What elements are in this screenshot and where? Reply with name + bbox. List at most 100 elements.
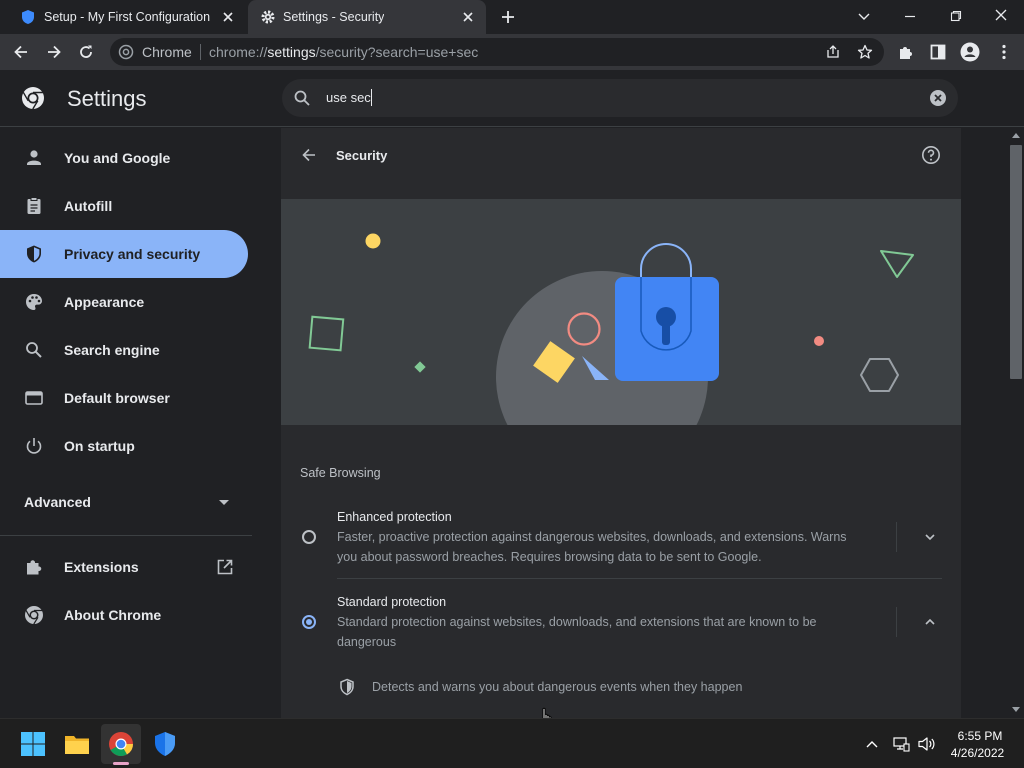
- sidebar-item-label: Appearance: [64, 294, 145, 310]
- open-in-new-icon: [217, 559, 233, 575]
- tab-title: Setup - My First Configuration - N: [44, 10, 214, 24]
- new-tab-icon[interactable]: [500, 9, 516, 25]
- triangle-down-icon: [219, 500, 229, 505]
- reload-icon[interactable]: [77, 43, 95, 61]
- tab-search-chevron-icon[interactable]: [856, 8, 872, 24]
- chrome-taskbar-icon[interactable]: [107, 730, 135, 758]
- clock-date[interactable]: 4/26/2022: [945, 746, 1010, 760]
- file-explorer-icon[interactable]: [63, 730, 91, 758]
- detail-text: Detects and warns you about dangerous ev…: [372, 680, 743, 694]
- tab-title: Settings - Security: [283, 10, 385, 24]
- clock-time[interactable]: 6:55 PM: [950, 729, 1010, 743]
- collapse-chevron-icon[interactable]: [923, 615, 937, 629]
- windows-start-icon[interactable]: [19, 730, 47, 758]
- option-desc: Faster, proactive protection against dan…: [337, 530, 847, 544]
- clipboard-icon: [27, 197, 41, 214]
- tab-settings-security[interactable]: Settings - Security: [248, 0, 486, 34]
- sidebar-advanced-toggle[interactable]: Advanced: [0, 478, 248, 526]
- sidebar-item-label: You and Google: [64, 150, 171, 166]
- section-heading: Safe Browsing: [300, 466, 381, 480]
- sidebar-item-you-and-google[interactable]: You and Google: [0, 134, 248, 182]
- sidebar-item-appearance[interactable]: Appearance: [0, 278, 248, 326]
- option-desc: you about password breaches. Requires br…: [337, 550, 762, 564]
- sidebar-item-label: About Chrome: [64, 607, 162, 623]
- scroll-up-arrow-icon[interactable]: [1012, 132, 1020, 138]
- search-input[interactable]: use sec: [326, 90, 371, 105]
- row-separator: [896, 607, 897, 637]
- chrome-logo-icon: [25, 606, 43, 625]
- back-arrow-icon[interactable]: [300, 146, 318, 164]
- clear-search-icon[interactable]: [930, 90, 946, 106]
- close-window-icon[interactable]: [993, 7, 1009, 23]
- sidebar-item-label: Default browser: [64, 390, 170, 406]
- site-label: Chrome: [142, 44, 192, 60]
- url-path: /security?search=use+sec: [315, 44, 479, 60]
- shield-icon: [27, 245, 41, 263]
- close-tab-icon[interactable]: [460, 9, 476, 25]
- extensions-puzzle-icon[interactable]: [897, 43, 915, 61]
- enhanced-protection-row[interactable]: Enhanced protection Faster, proactive pr…: [281, 500, 961, 578]
- expand-chevron-icon[interactable]: [923, 530, 937, 544]
- sidebar-divider: [0, 535, 252, 536]
- search-icon: [294, 90, 310, 106]
- chrome-logo-icon: [22, 87, 44, 110]
- settings-sidebar: You and Google Autofill Privacy and secu…: [0, 128, 280, 718]
- sidebar-item-extensions[interactable]: Extensions: [0, 543, 248, 591]
- settings-header: Settings use sec: [0, 70, 1024, 127]
- gear-favicon-icon: [261, 10, 275, 24]
- tab-setup[interactable]: Setup - My First Configuration - N: [8, 0, 246, 34]
- minimize-icon[interactable]: [902, 8, 918, 24]
- sidebar-item-about-chrome[interactable]: About Chrome: [0, 591, 248, 639]
- standard-protection-row[interactable]: Standard protection Standard protection …: [281, 585, 961, 663]
- person-icon: [27, 150, 41, 165]
- standard-protection-detail: Detects and warns you about dangerous ev…: [281, 673, 961, 703]
- volume-icon[interactable]: [917, 735, 937, 753]
- close-tab-icon[interactable]: [220, 9, 236, 25]
- page-title: Security: [336, 148, 388, 163]
- back-arrow-icon[interactable]: [12, 43, 30, 61]
- row-separator: [896, 522, 897, 552]
- share-icon[interactable]: [825, 44, 841, 60]
- profile-avatar-icon[interactable]: [960, 42, 980, 62]
- sidebar-item-label: On startup: [64, 438, 135, 454]
- address-bar[interactable]: Chrome chrome://settings/security?search…: [110, 38, 884, 66]
- side-panel-icon[interactable]: [929, 43, 947, 61]
- option-title: Standard protection: [337, 595, 447, 609]
- forward-arrow-icon[interactable]: [45, 43, 63, 61]
- sidebar-item-autofill[interactable]: Autofill: [0, 182, 248, 230]
- tab-strip: Setup - My First Configuration - N Setti…: [0, 0, 1024, 34]
- sidebar-item-on-startup[interactable]: On startup: [0, 422, 248, 470]
- security-illustration: [281, 199, 961, 425]
- option-desc: dangerous: [337, 635, 397, 649]
- power-icon: [26, 438, 42, 454]
- standard-protection-radio[interactable]: [302, 615, 316, 629]
- restore-icon[interactable]: [948, 8, 964, 24]
- tray-chevron-up-icon[interactable]: [865, 738, 879, 750]
- option-divider: [337, 578, 942, 579]
- bookmark-star-icon[interactable]: [857, 44, 873, 60]
- browser-toolbar: Chrome chrome://settings/security?search…: [0, 34, 1024, 70]
- sidebar-item-privacy-and-security[interactable]: Privacy and security: [0, 230, 248, 278]
- settings-search[interactable]: use sec: [282, 79, 958, 117]
- url-text: chrome://settings/security?search=use+se…: [209, 44, 478, 60]
- chrome-site-icon: [118, 44, 134, 60]
- windows-security-icon[interactable]: [151, 730, 179, 758]
- sidebar-item-label: Privacy and security: [64, 246, 201, 262]
- sidebar-item-search-engine[interactable]: Search engine: [0, 326, 248, 374]
- sidebar-item-default-browser[interactable]: Default browser: [0, 374, 248, 422]
- scrollbar-thumb[interactable]: [1010, 145, 1022, 379]
- scroll-down-arrow-icon[interactable]: [1012, 707, 1020, 713]
- sidebar-item-label: Search engine: [64, 342, 160, 358]
- settings-title: Settings: [67, 86, 147, 111]
- help-icon[interactable]: [921, 145, 941, 165]
- url-host: settings: [267, 44, 316, 60]
- puzzle-icon: [27, 560, 42, 575]
- page-scrollbar[interactable]: [1008, 128, 1024, 718]
- enhanced-protection-radio[interactable]: [302, 530, 316, 544]
- search-icon: [26, 342, 42, 358]
- network-icon[interactable]: [892, 735, 910, 753]
- kebab-menu-icon[interactable]: [995, 43, 1013, 61]
- palette-icon: [26, 294, 42, 310]
- sidebar-item-label: Autofill: [64, 198, 113, 214]
- text-cursor: [371, 89, 372, 106]
